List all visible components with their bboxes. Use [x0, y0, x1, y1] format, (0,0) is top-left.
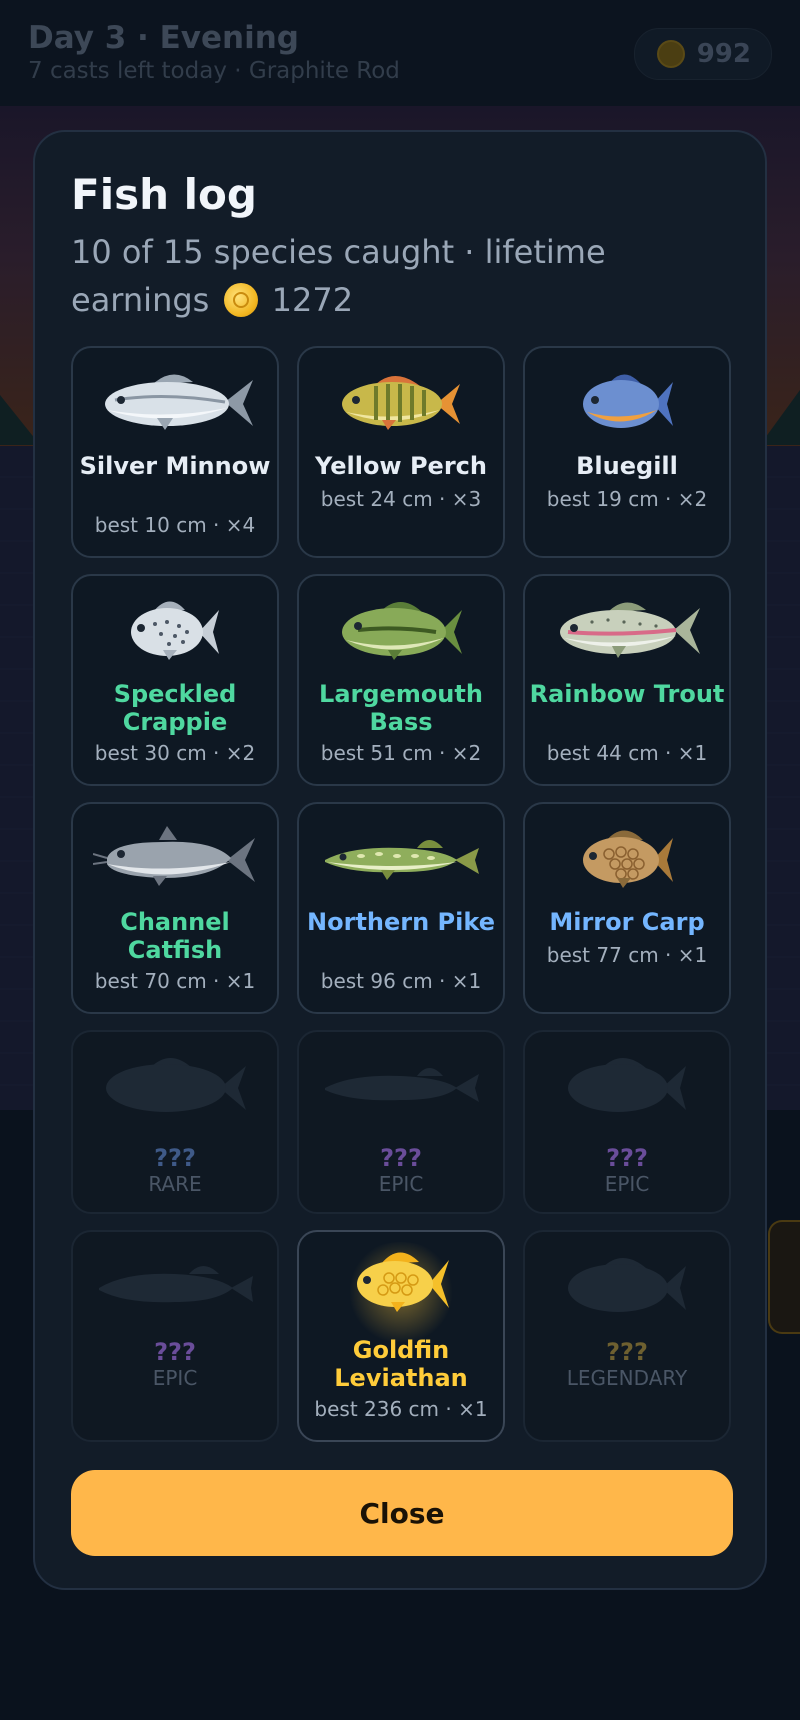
fish-card-silver-minnow[interactable]: Silver Minnow best 10 cm · ×4 — [71, 346, 279, 558]
fish-log-modal: Fish log 10 of 15 species caught · lifet… — [33, 130, 767, 1590]
fish-best-record: best 44 cm · ×1 — [546, 741, 708, 765]
fish-card-rainbow-trout[interactable]: Rainbow Trout best 44 cm · ×1 — [523, 574, 731, 786]
fish-card-bluegill[interactable]: Bluegill best 19 cm · ×2 — [523, 346, 731, 558]
fish-card-goldfin-leviathan[interactable]: Goldfin Leviathan best 236 cm · ×1 — [297, 1230, 505, 1442]
coin-balance-value: 992 — [696, 39, 751, 69]
fish-best-record: best 10 cm · ×4 — [94, 513, 256, 537]
fish-card-northern-pike[interactable]: Northern Pike best 96 cm · ×1 — [297, 802, 505, 1014]
modal-summary: 10 of 15 species caught · lifetime earni… — [71, 228, 711, 324]
fish-best-record: best 30 cm · ×2 — [94, 741, 256, 765]
unknown-fish-silhouette-icon — [106, 1058, 246, 1112]
day-time-title: Day 3 · Evening — [28, 20, 299, 56]
locked-fish-name: ??? — [154, 1338, 196, 1366]
northern-pike-icon — [325, 840, 479, 880]
fish-name: Speckled Crappie — [113, 680, 237, 736]
fish-card-channel-catfish[interactable]: Channel Catfish best 70 cm · ×1 — [71, 802, 279, 1014]
yellow-perch-icon — [342, 376, 460, 430]
casts-rod-status: 7 casts left today · Graphite Rod — [28, 58, 400, 84]
background-action-button — [768, 1220, 800, 1334]
locked-fish-name: ??? — [606, 1144, 648, 1172]
fish-card-speckled-crappie[interactable]: Speckled Crappie best 30 cm · ×2 — [71, 574, 279, 786]
fish-card-yellow-perch[interactable]: Yellow Perch best 24 cm · ×3 — [297, 346, 505, 558]
mirror-carp-icon — [583, 830, 673, 888]
coin-icon — [223, 283, 258, 317]
speckled-crappie-icon — [131, 601, 219, 660]
fish-name: Channel Catfish — [120, 908, 230, 964]
unknown-fish-silhouette-icon — [325, 1068, 479, 1102]
channel-catfish-icon — [93, 826, 255, 886]
fish-card-locked[interactable]: ??? RARE — [71, 1030, 279, 1214]
fish-name: Largemouth Bass — [319, 680, 483, 736]
rarity-tier: RARE — [148, 1172, 202, 1196]
fish-card-locked[interactable]: ??? EPIC — [71, 1230, 279, 1442]
fish-best-record: best 77 cm · ×1 — [546, 943, 708, 967]
fish-name: Mirror Carp — [549, 908, 705, 936]
rainbow-trout-icon — [560, 602, 700, 658]
bluegill-icon — [583, 374, 673, 428]
fish-card-largemouth-bass[interactable]: Largemouth Bass best 51 cm · ×2 — [297, 574, 505, 786]
rarity-tier: LEGENDARY — [566, 1366, 688, 1390]
fish-card-mirror-carp[interactable]: Mirror Carp best 77 cm · ×1 — [523, 802, 731, 1014]
unknown-fish-silhouette-icon — [568, 1058, 686, 1112]
top-hud: Day 3 · Evening 7 casts left today · Gra… — [0, 0, 800, 106]
fish-best-record: best 19 cm · ×2 — [546, 487, 708, 511]
close-button[interactable]: Close — [71, 1470, 733, 1556]
fish-best-record: best 236 cm · ×1 — [314, 1397, 488, 1421]
fish-card-locked[interactable]: ??? LEGENDARY — [523, 1230, 731, 1442]
fish-best-record: best 70 cm · ×1 — [94, 969, 256, 993]
fish-best-record: best 51 cm · ×2 — [320, 741, 482, 765]
fish-name: Yellow Perch — [315, 452, 487, 480]
fish-best-record: best 96 cm · ×1 — [320, 969, 482, 993]
locked-fish-name: ??? — [154, 1144, 196, 1172]
rarity-tier: EPIC — [152, 1366, 198, 1390]
lifetime-earnings-value: 1272 — [271, 281, 354, 319]
locked-fish-name: ??? — [380, 1144, 422, 1172]
species-grid: Silver Minnow best 10 cm · ×4 Yellow Per… — [71, 346, 733, 1442]
largemouth-bass-icon — [342, 602, 462, 660]
fish-best-record: best 24 cm · ×3 — [320, 487, 482, 511]
fish-card-locked[interactable]: ??? EPIC — [523, 1030, 731, 1214]
locked-fish-name: ??? — [606, 1338, 648, 1366]
fish-name: Bluegill — [576, 452, 678, 480]
silver-minnow-icon — [105, 374, 253, 430]
fish-name: Goldfin Leviathan — [334, 1336, 468, 1392]
fish-name: Northern Pike — [307, 908, 495, 936]
unknown-fish-silhouette-icon — [99, 1266, 253, 1303]
fish-name: Silver Minnow — [79, 452, 271, 480]
rarity-tier: EPIC — [378, 1172, 424, 1196]
fish-name: Rainbow Trout — [529, 680, 725, 708]
goldfin-leviathan-icon — [357, 1252, 449, 1312]
coin-balance: 992 — [633, 28, 772, 80]
rarity-tier: EPIC — [604, 1172, 650, 1196]
coin-icon — [656, 40, 685, 68]
modal-title: Fish log — [71, 170, 257, 219]
fish-card-locked[interactable]: ??? EPIC — [297, 1030, 505, 1214]
unknown-fish-silhouette-icon — [568, 1258, 686, 1312]
